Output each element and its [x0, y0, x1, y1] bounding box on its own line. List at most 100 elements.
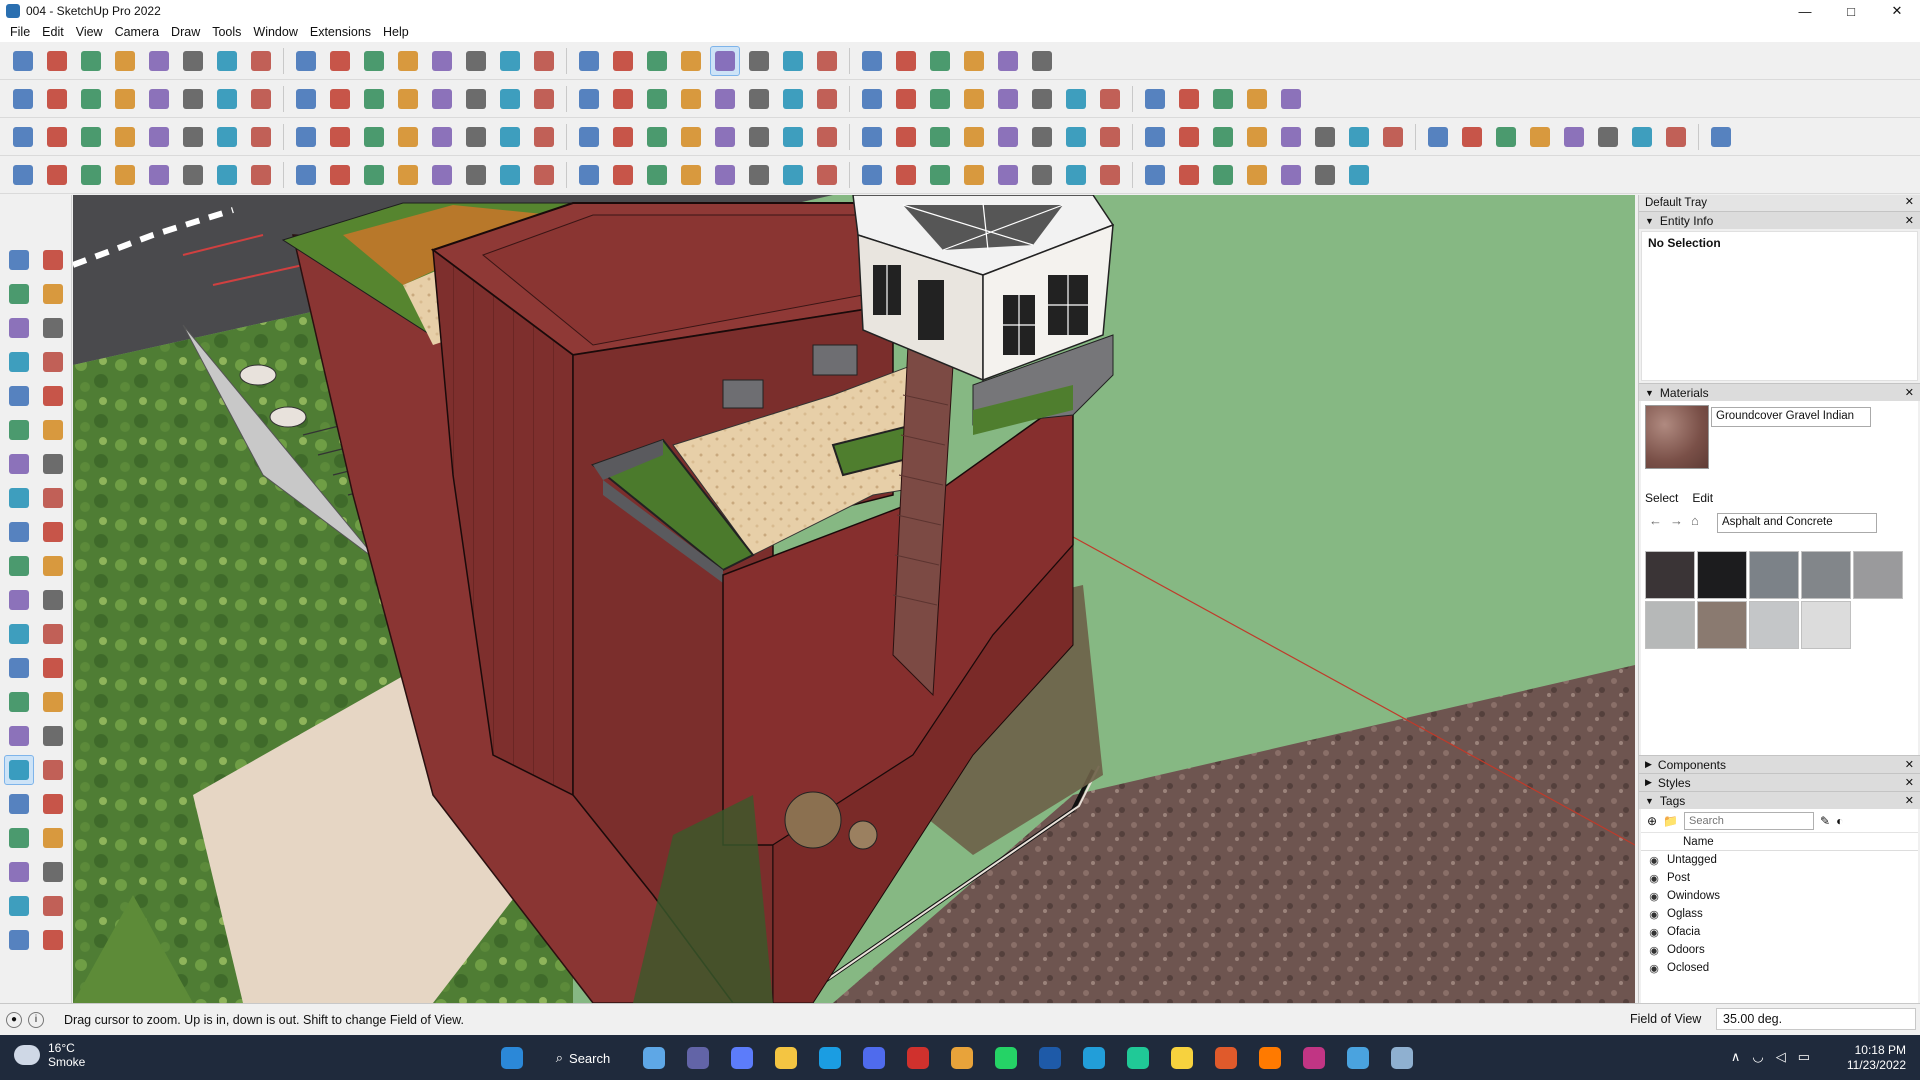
curve-icon[interactable]	[993, 122, 1023, 152]
volume-icon[interactable]: ◁	[1776, 1049, 1786, 1065]
stair-icon[interactable]	[1344, 122, 1374, 152]
layers-icon[interactable]	[891, 46, 921, 76]
3d-text-icon[interactable]	[38, 687, 68, 717]
top-view-icon[interactable]	[42, 84, 72, 114]
teams-icon[interactable]	[680, 1041, 716, 1075]
stair-icon[interactable]	[1593, 122, 1623, 152]
arc-icon[interactable]	[1276, 122, 1306, 152]
tag-row[interactable]: ◉ Oglass	[1641, 905, 1918, 923]
cross-icon[interactable]	[1276, 160, 1306, 190]
curve-icon[interactable]	[1140, 122, 1170, 152]
axes-icon[interactable]	[1061, 84, 1091, 114]
stair-icon[interactable]	[1491, 122, 1521, 152]
weather-widget[interactable]: 16°C Smoke	[14, 1041, 85, 1069]
outliner-icon[interactable]	[4, 891, 34, 921]
tags-search-input[interactable]	[1684, 811, 1815, 830]
solid-icon[interactable]	[144, 122, 174, 152]
zoom-icon[interactable]	[8, 46, 38, 76]
components-header[interactable]: ▶ Components ✕	[1639, 755, 1920, 773]
rotate-icon[interactable]	[4, 551, 34, 581]
eraser-icon[interactable]	[110, 46, 140, 76]
calculator-icon[interactable]	[724, 1041, 760, 1075]
plus-icon[interactable]	[495, 160, 525, 190]
tag-row[interactable]: ◉ Untagged	[1641, 851, 1918, 869]
zoom-extents-icon[interactable]	[4, 789, 34, 819]
iso-view-icon[interactable]	[8, 84, 38, 114]
triangle-icon[interactable]	[676, 160, 706, 190]
paint-icon[interactable]	[608, 46, 638, 76]
arc-icon[interactable]	[1310, 122, 1340, 152]
arc-icon[interactable]	[1242, 122, 1272, 152]
offset-icon[interactable]	[38, 585, 68, 615]
axes-icon[interactable]	[1095, 84, 1125, 114]
material-name-field[interactable]: Groundcover Gravel Indian	[1711, 407, 1871, 427]
text-icon[interactable]	[38, 653, 68, 683]
shaded-icon[interactable]	[325, 84, 355, 114]
axes-icon[interactable]	[1027, 84, 1057, 114]
solid-icon[interactable]	[8, 122, 38, 152]
material-swatch[interactable]	[1645, 601, 1695, 649]
section-cut-icon[interactable]	[495, 84, 525, 114]
close-icon[interactable]: ✕	[1874, 0, 1920, 22]
visibility-eye-icon[interactable]: ◉	[1641, 854, 1667, 867]
ellipse-icon[interactable]	[676, 84, 706, 114]
tape-icon[interactable]	[38, 313, 68, 343]
circle-icon[interactable]	[4, 415, 34, 445]
orbit-icon[interactable]	[4, 721, 34, 751]
clock[interactable]: 10:18 PM 11/23/2022	[1847, 1043, 1906, 1073]
circle-icon[interactable]	[1310, 160, 1340, 190]
cone-icon[interactable]	[291, 122, 321, 152]
zoom-icon[interactable]	[4, 755, 34, 785]
axis-icon[interactable]	[812, 160, 842, 190]
visibility-eye-icon[interactable]: ◉	[1641, 872, 1667, 885]
tool-icon[interactable]	[393, 160, 423, 190]
store-icon[interactable]	[856, 1041, 892, 1075]
paint-bucket-icon[interactable]	[4, 279, 34, 309]
arc-icon[interactable]	[38, 483, 68, 513]
grid-icon[interactable]	[1140, 160, 1170, 190]
frame-icon[interactable]	[891, 122, 921, 152]
solid-icon[interactable]	[76, 122, 106, 152]
shape-icon[interactable]	[178, 160, 208, 190]
forward-arrow-icon[interactable]: →	[1670, 513, 1683, 528]
user-icon[interactable]	[925, 46, 955, 76]
dimension-icon[interactable]	[38, 619, 68, 649]
polygon-icon[interactable]	[710, 84, 740, 114]
close-icon[interactable]: ✕	[1905, 794, 1914, 807]
g-icon[interactable]	[1208, 1041, 1244, 1075]
flip-icon[interactable]	[993, 84, 1023, 114]
soundcloud-icon[interactable]	[1252, 1041, 1288, 1075]
lasso-icon[interactable]	[744, 160, 774, 190]
lasso-icon[interactable]	[710, 160, 740, 190]
chevron-down-icon[interactable]	[959, 46, 989, 76]
solid-icon[interactable]	[110, 122, 140, 152]
stair-icon[interactable]	[1457, 122, 1487, 152]
visibility-eye-icon[interactable]: ◉	[1641, 908, 1667, 921]
component-icon[interactable]	[4, 313, 34, 343]
maximize-icon[interactable]: □	[1828, 0, 1874, 22]
arc-icon[interactable]	[212, 160, 242, 190]
line-icon[interactable]	[144, 46, 174, 76]
stair-icon[interactable]	[1661, 122, 1691, 152]
scale-icon[interactable]	[495, 46, 525, 76]
right-view-icon[interactable]	[110, 84, 140, 114]
layers-icon[interactable]	[812, 46, 842, 76]
visibility-eye-icon[interactable]: ◉	[1641, 890, 1667, 903]
pan-icon[interactable]	[38, 721, 68, 751]
menu-tools[interactable]: Tools	[206, 25, 247, 39]
grid-icon[interactable]	[246, 160, 276, 190]
material-swatch[interactable]	[1749, 601, 1799, 649]
shape-icon[interactable]	[76, 160, 106, 190]
warehouse-icon[interactable]	[1242, 84, 1272, 114]
visibility-eye-icon[interactable]: ◉	[1641, 962, 1667, 975]
folder-icon[interactable]	[768, 1041, 804, 1075]
camera-icon[interactable]	[744, 122, 774, 152]
material-swatch[interactable]	[1801, 551, 1851, 599]
axes-icon[interactable]	[1208, 84, 1238, 114]
menu-edit[interactable]: Edit	[36, 25, 70, 39]
cylinder-icon[interactable]	[857, 160, 887, 190]
layers-icon[interactable]	[38, 891, 68, 921]
solid-icon[interactable]	[178, 122, 208, 152]
sketchup-icon[interactable]	[1032, 1041, 1068, 1075]
section-plane-icon[interactable]	[38, 857, 68, 887]
